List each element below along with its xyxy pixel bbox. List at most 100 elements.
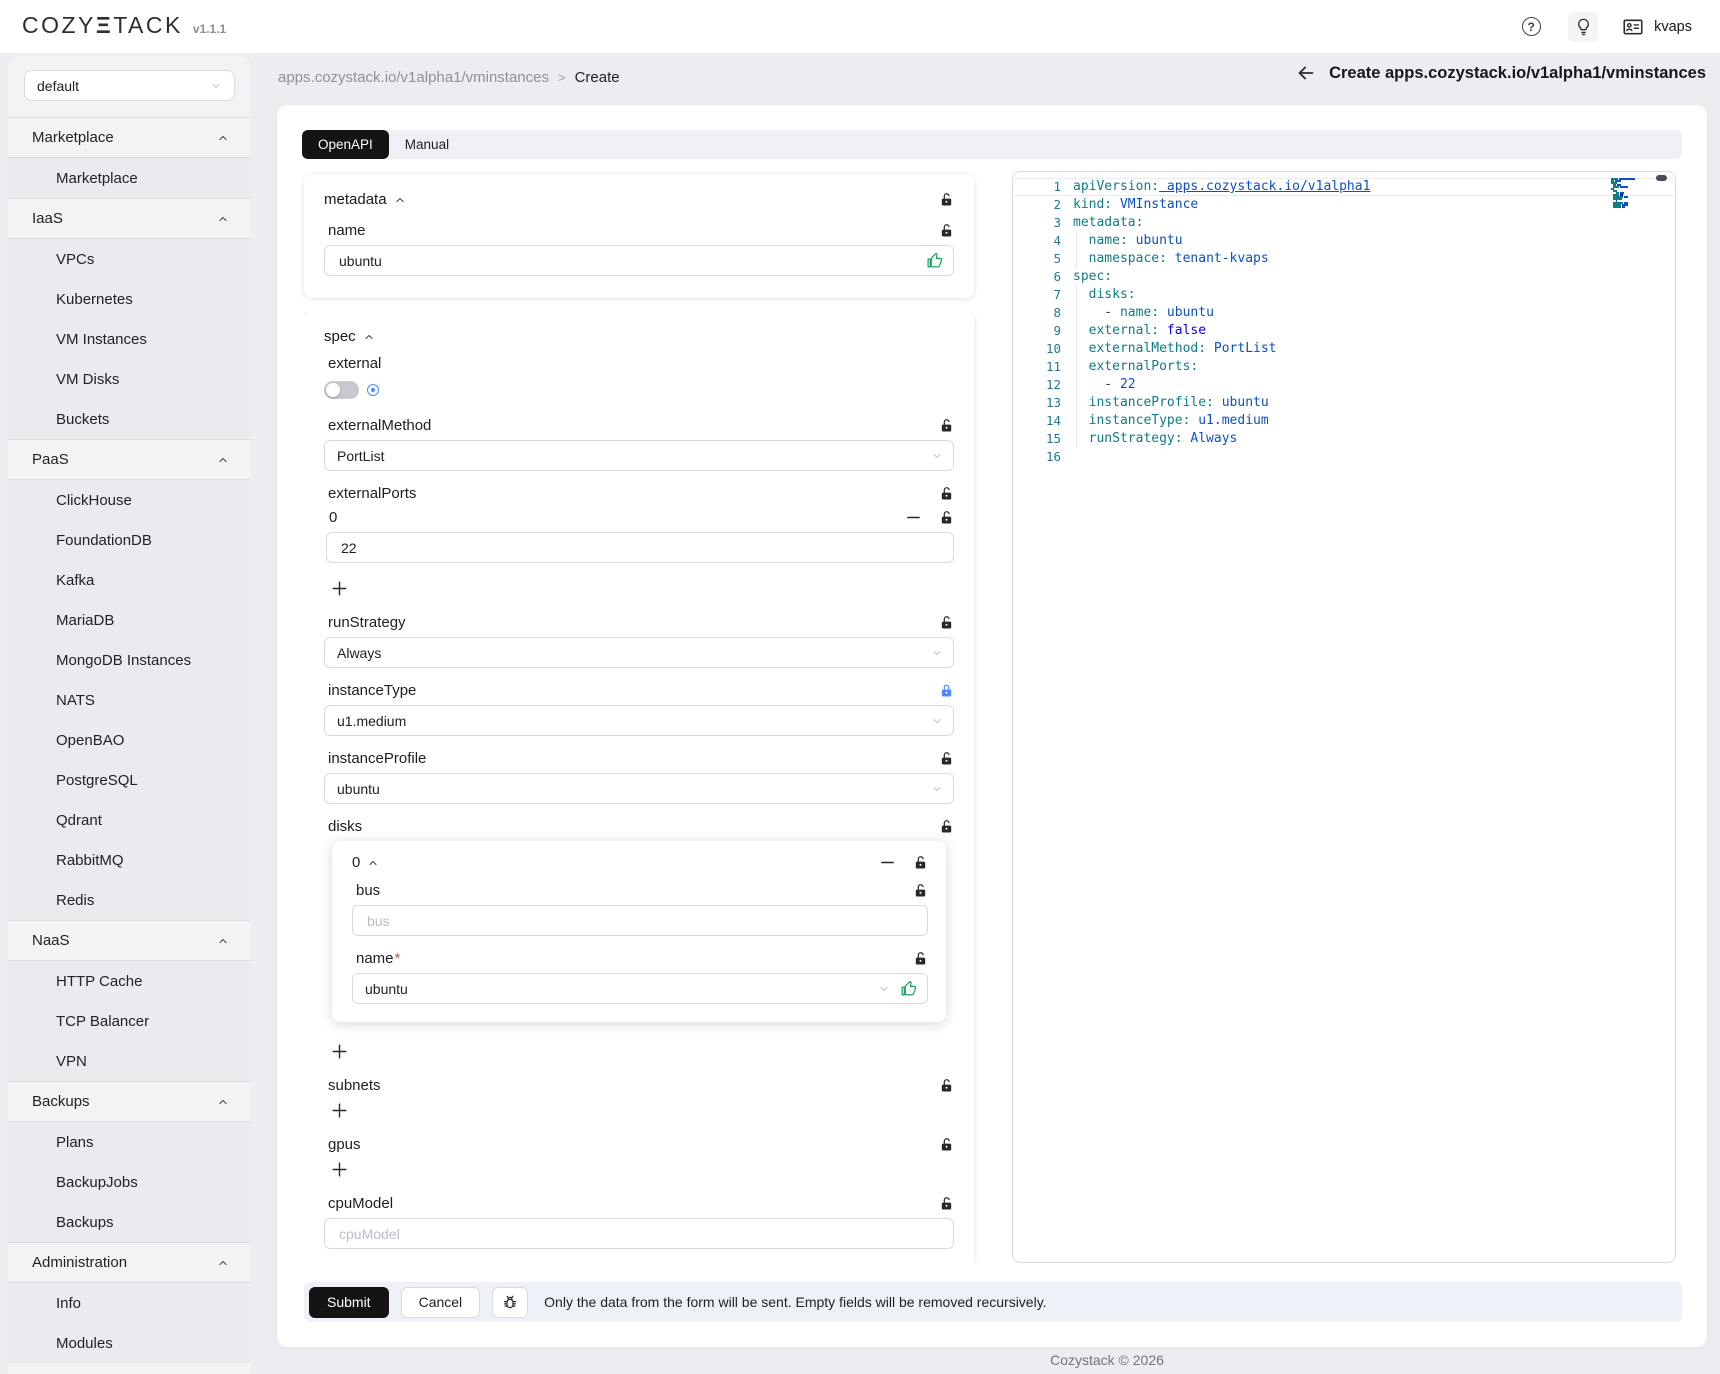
spec-section-title[interactable]: spec <box>324 328 375 345</box>
sidebar-item-nats[interactable]: NATS <box>8 680 251 720</box>
back-arrow-icon[interactable] <box>1295 62 1317 84</box>
lock-open-icon[interactable] <box>939 223 954 238</box>
disk-bus-input[interactable] <box>355 906 917 935</box>
lock-open-icon[interactable] <box>939 510 954 525</box>
sidebar-item-kubernetes[interactable]: Kubernetes <box>8 279 251 319</box>
sidebar-item-mariadb[interactable]: MariaDB <box>8 600 251 640</box>
sidebar-item-info[interactable]: Info <box>8 1283 251 1323</box>
add-item-icon[interactable] <box>330 1042 349 1061</box>
sidebar-item-postgresql[interactable]: PostgreSQL <box>8 760 251 800</box>
lock-open-icon[interactable] <box>913 951 928 966</box>
add-item-icon[interactable] <box>330 1160 349 1179</box>
code-line[interactable]: 4 name: ubuntu <box>1013 232 1675 250</box>
code-line[interactable]: 3metadata: <box>1013 214 1675 232</box>
sidebar-item-buckets[interactable]: Buckets <box>8 399 251 439</box>
sidebar-item-clickhouse[interactable]: ClickHouse <box>8 480 251 520</box>
sidebar-item-rabbitmq[interactable]: RabbitMQ <box>8 840 251 880</box>
sidebar-item-vm-instances[interactable]: VM Instances <box>8 319 251 359</box>
sidebar-item-mongodb-instances[interactable]: MongoDB Instances <box>8 640 251 680</box>
external-toggle[interactable] <box>324 381 359 399</box>
externalMethod-select[interactable]: PortList <box>324 440 954 471</box>
runStrategy-select[interactable]: Always <box>324 637 954 668</box>
lock-open-icon[interactable] <box>939 1137 954 1152</box>
sidebar-item-backupjobs[interactable]: BackupJobs <box>8 1162 251 1202</box>
code-line[interactable]: 1apiVersion: apps.cozystack.io/v1alpha1 <box>1013 178 1675 196</box>
lock-open-icon[interactable] <box>939 1196 954 1211</box>
code-lines[interactable]: 1apiVersion: apps.cozystack.io/v1alpha12… <box>1013 172 1675 1262</box>
sidebar-item-vm-disks[interactable]: VM Disks <box>8 359 251 399</box>
sidebar-item-marketplace[interactable]: Marketplace <box>8 158 251 198</box>
sidebar-item-redis[interactable]: Redis <box>8 880 251 920</box>
code-line[interactable]: 9 external: false <box>1013 322 1675 340</box>
lock-open-icon[interactable] <box>939 615 954 630</box>
metadata-section-title[interactable]: metadata <box>324 191 406 208</box>
lock-open-icon[interactable] <box>913 883 928 898</box>
code-line[interactable]: 2kind: VMInstance <box>1013 196 1675 214</box>
sidebar-item-vpcs[interactable]: VPCs <box>8 239 251 279</box>
user-menu[interactable]: kvaps <box>1620 17 1692 37</box>
sidebar-item-foundationdb[interactable]: FoundationDB <box>8 520 251 560</box>
code-line[interactable]: 8 - name: ubuntu <box>1013 304 1675 322</box>
sidebar-item-vpn[interactable]: VPN <box>8 1041 251 1081</box>
sidebar-section-backups[interactable]: Backups <box>8 1081 251 1121</box>
line-content: disks: <box>1061 286 1675 304</box>
code-line[interactable]: 10 externalMethod: PortList <box>1013 340 1675 358</box>
sidebar-section-naas[interactable]: NaaS <box>8 920 251 960</box>
yaml-editor[interactable]: 1apiVersion: apps.cozystack.io/v1alpha12… <box>1012 171 1676 1263</box>
cpuModel-input[interactable] <box>327 1219 943 1248</box>
sidebar-section-iaas[interactable]: IaaS <box>8 198 251 238</box>
instanceProfile-select[interactable]: ubuntu <box>324 773 954 804</box>
breadcrumb-resource[interactable]: apps.cozystack.io/v1alpha1/vminstances <box>278 69 549 86</box>
sidebar-item-http-cache[interactable]: HTTP Cache <box>8 961 251 1001</box>
sidebar-item-modules[interactable]: Modules <box>8 1323 251 1363</box>
sidebar-section-paas[interactable]: PaaS <box>8 439 251 479</box>
add-item-icon[interactable] <box>330 1101 349 1120</box>
code-line[interactable]: 14 instanceType: u1.medium <box>1013 412 1675 430</box>
namespace-select[interactable]: default <box>24 70 235 101</box>
remove-item-icon[interactable] <box>879 854 896 871</box>
sidebar-section-administration[interactable]: Administration <box>8 1242 251 1282</box>
lock-open-icon[interactable] <box>939 192 954 207</box>
sidebar-item-kafka[interactable]: Kafka <box>8 560 251 600</box>
lock-open-icon[interactable] <box>939 486 954 501</box>
logo[interactable]: COZYΞTACK v1.1.1 <box>22 12 226 39</box>
lock-open-icon[interactable] <box>913 855 928 870</box>
code-line[interactable]: 15 runStrategy: Always <box>1013 430 1675 448</box>
debug-button[interactable] <box>492 1287 528 1318</box>
tab-openapi[interactable]: OpenAPI <box>302 130 389 159</box>
disk-name-select[interactable]: ubuntu <box>352 973 928 1004</box>
tab-manual[interactable]: Manual <box>389 130 465 159</box>
code-line[interactable]: 13 instanceProfile: ubuntu <box>1013 394 1675 412</box>
sidebar-item-openbao[interactable]: OpenBAO <box>8 720 251 760</box>
code-line[interactable]: 5 namespace: tenant-kvaps <box>1013 250 1675 268</box>
code-line[interactable]: 12 - 22 <box>1013 376 1675 394</box>
lock-open-icon[interactable] <box>939 1078 954 1093</box>
instanceType-select[interactable]: u1.medium <box>324 705 954 736</box>
sidebar-item-tcp-balancer[interactable]: TCP Balancer <box>8 1001 251 1041</box>
code-line[interactable]: 6spec: <box>1013 268 1675 286</box>
code-line[interactable]: 16 <box>1013 448 1675 466</box>
lock-open-icon[interactable] <box>939 418 954 433</box>
code-line[interactable]: 7 disks: <box>1013 286 1675 304</box>
theme-toggle-button[interactable] <box>1568 12 1598 42</box>
code-line[interactable]: 11 externalPorts: <box>1013 358 1675 376</box>
line-content: runStrategy: Always <box>1061 430 1675 448</box>
metadata-name-input[interactable] <box>327 246 926 275</box>
default-value-icon[interactable] <box>367 384 379 396</box>
disks-item-index[interactable]: 0 <box>352 854 379 871</box>
sidebar-item-qdrant[interactable]: Qdrant <box>8 800 251 840</box>
editor-scrollbar[interactable] <box>1656 175 1667 181</box>
metadata-section: metadata name <box>304 174 974 298</box>
cancel-button[interactable]: Cancel <box>401 1287 481 1318</box>
externalPorts-item-0-input[interactable] <box>329 533 943 562</box>
lock-closed-icon[interactable] <box>939 683 954 698</box>
submit-button[interactable]: Submit <box>309 1287 389 1318</box>
remove-item-icon[interactable] <box>905 509 922 526</box>
lock-open-icon[interactable] <box>939 751 954 766</box>
sidebar-section-marketplace[interactable]: Marketplace <box>8 117 251 157</box>
sidebar-item-backups[interactable]: Backups <box>8 1202 251 1242</box>
add-item-icon[interactable] <box>330 579 349 598</box>
help-button[interactable]: ? <box>1516 12 1546 42</box>
sidebar-item-plans[interactable]: Plans <box>8 1122 251 1162</box>
lock-open-icon[interactable] <box>939 819 954 834</box>
